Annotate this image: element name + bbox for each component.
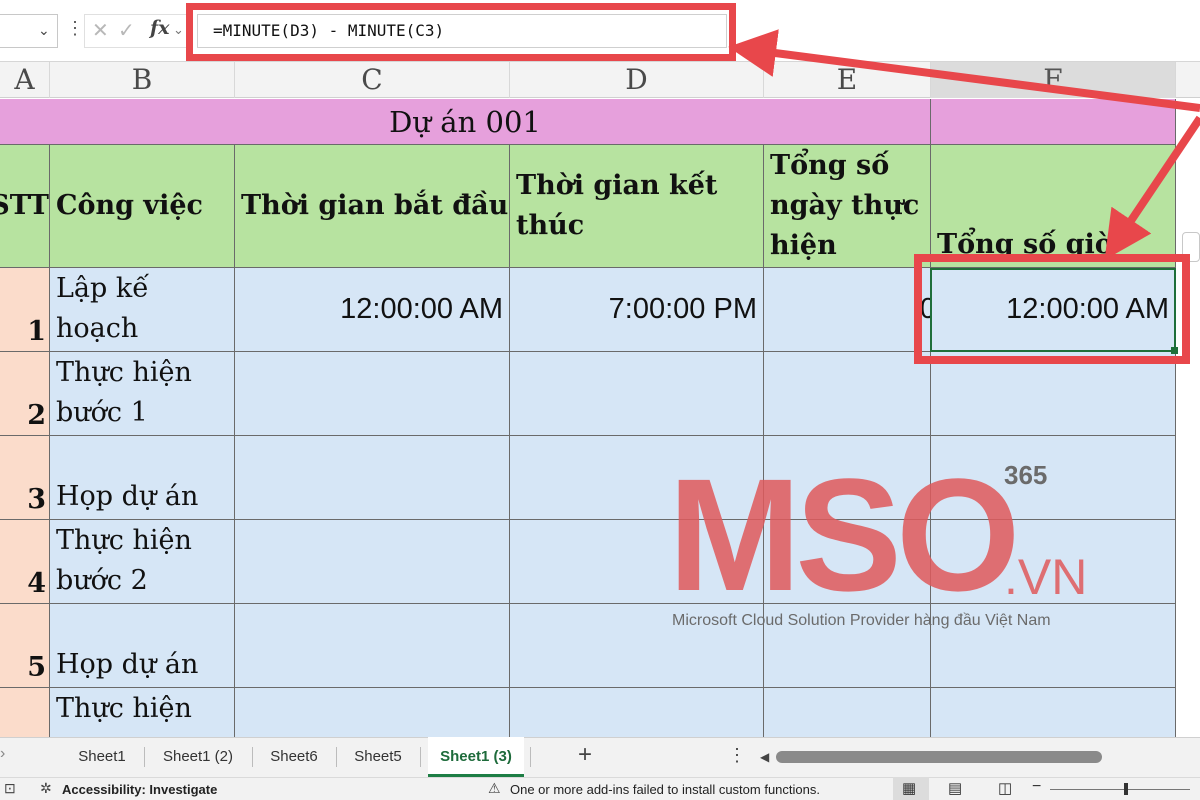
- tab-separator: [252, 747, 253, 767]
- mso-watermark: MSO 365 .VN Microsoft Cloud Solution Pro…: [668, 460, 1108, 640]
- mso-logo-text: MSO: [668, 460, 1014, 624]
- sheet-tab[interactable]: Sheet5: [342, 737, 414, 777]
- arrow-to-result: [1104, 115, 1200, 260]
- more-options-icon[interactable]: ⋮: [728, 745, 746, 766]
- accessibility-icon[interactable]: ✲: [40, 780, 52, 797]
- tab-separator: [530, 747, 531, 767]
- zoom-slider-thumb[interactable]: [1124, 783, 1128, 795]
- sheet-tab[interactable]: Sheet1: [66, 737, 138, 777]
- tab-scroll-left-icon[interactable]: ›: [0, 745, 5, 763]
- addin-warning-icon: ⚠: [488, 780, 501, 796]
- addins-message: One or more add-ins failed to install cu…: [510, 782, 820, 797]
- tab-separator: [336, 747, 337, 767]
- annotation-arrows: [728, 29, 1200, 260]
- tab-separator: [420, 747, 421, 767]
- page-break-icon[interactable]: ◫: [998, 779, 1012, 797]
- watermark-badge: 365: [1004, 460, 1048, 490]
- tab-separator: [144, 747, 145, 767]
- arrow-to-formula: [728, 29, 1200, 112]
- add-sheet-icon[interactable]: +: [578, 741, 592, 769]
- page-layout-icon[interactable]: ▤: [948, 779, 962, 797]
- sheet-tab[interactable]: Sheet6: [258, 737, 330, 777]
- zoom-out-icon[interactable]: −: [1032, 778, 1041, 796]
- watermark-tagline: Microsoft Cloud Solution Provider hàng đ…: [672, 612, 1051, 629]
- zoom-slider[interactable]: [1050, 789, 1190, 790]
- sheet-tab-active[interactable]: Sheet1 (3): [428, 737, 524, 777]
- scroll-left-icon[interactable]: ◀: [760, 750, 769, 764]
- accessibility-status[interactable]: Accessibility: Investigate: [62, 782, 217, 797]
- normal-view-icon: ▦: [902, 780, 917, 797]
- sheet-tab[interactable]: Sheet1 (2): [150, 737, 246, 777]
- horizontal-scrollbar[interactable]: [776, 751, 1102, 763]
- macro-record-icon[interactable]: ⊡: [4, 780, 16, 797]
- watermark-suffix: .VN: [1004, 549, 1088, 605]
